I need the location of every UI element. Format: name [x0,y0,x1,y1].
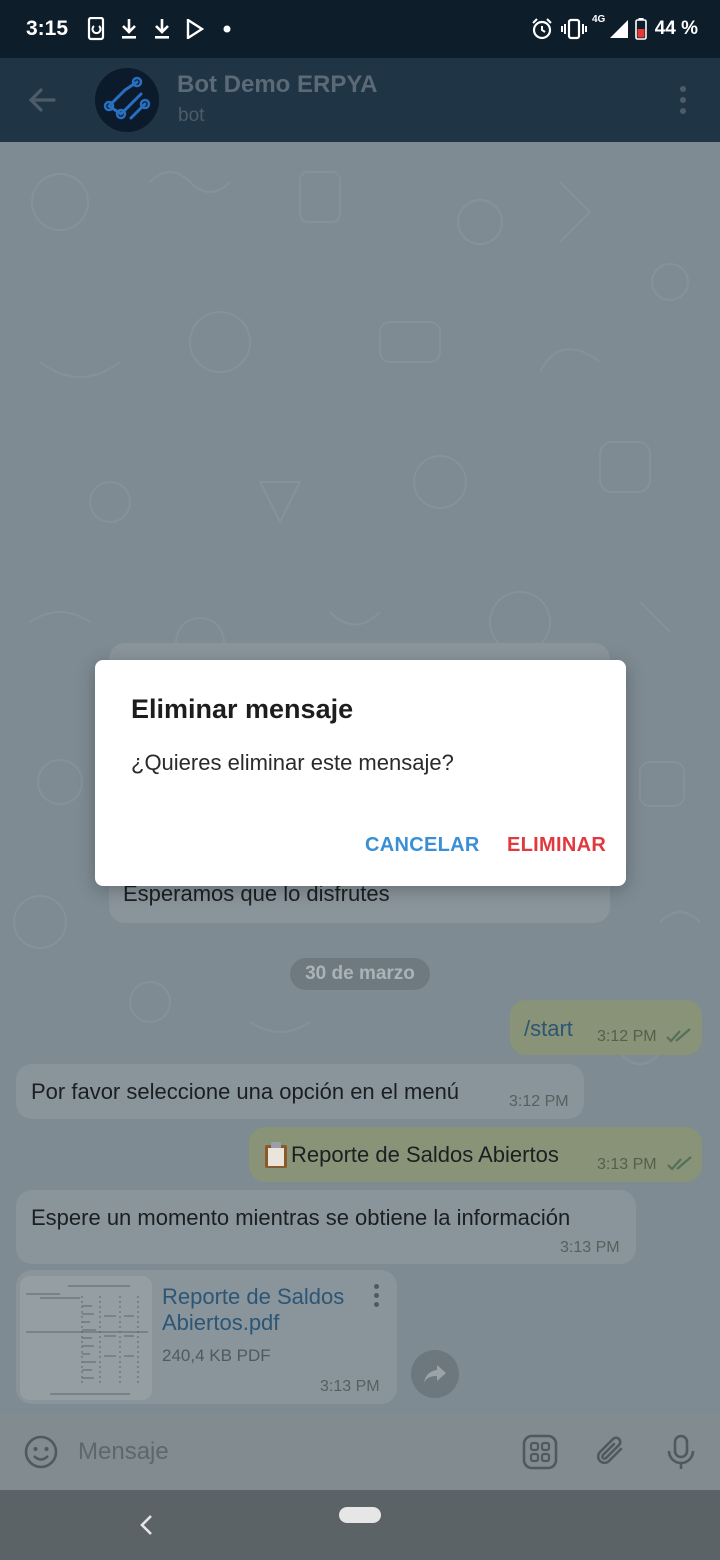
network-label: 4G [592,14,606,25]
back-button[interactable] [22,80,62,120]
double-check-icon [666,1028,691,1043]
status-time: 3:15 [26,17,69,40]
download-icon [151,16,173,42]
clipboard-icon [265,1142,287,1168]
more-vert-icon [680,86,686,92]
message-time: 3:13 PM [320,1378,380,1395]
message-text: Espere un momento mientras se obtiene la… [31,1205,571,1230]
status-bar: 3:15 4G 44 % [0,0,720,58]
bot-keyboard-icon[interactable] [521,1433,559,1471]
message-bubble-incoming[interactable]: Por favor seleccione una opción en el me… [16,1064,584,1119]
message-bubble-outgoing[interactable]: /start 3:12 PM [510,1000,702,1055]
message-time: 3:13 PM [560,1239,620,1256]
message-text: Reporte de Saldos Abiertos [291,1142,559,1167]
forward-icon [424,1365,446,1383]
document-preview-icon [20,1276,152,1400]
message-input-bar: Mensaje [0,1414,720,1490]
battery-icon [634,16,648,42]
dialog-title: Eliminar mensaje [131,694,354,724]
date-separator: 30 de marzo [290,958,430,990]
chat-title[interactable]: Bot Demo ERPYA [177,71,377,99]
emoji-icon[interactable] [22,1433,60,1471]
file-message-bubble[interactable]: Reporte de Saldos Abiertos.pdf 240,4 KB … [16,1270,397,1404]
file-name[interactable]: Reporte de Saldos Abiertos.pdf [162,1284,362,1336]
battery-percent: 44 % [654,18,698,39]
dialog-message: ¿Quieres eliminar este mensaje? [131,750,454,775]
message-input[interactable]: Mensaje [78,1438,169,1466]
chat-header: Bot Demo ERPYA bot [0,58,720,142]
alarm-icon [530,16,554,42]
chat-subtitle: bot [178,105,205,126]
dot-icon [222,16,232,42]
screenshot-icon [86,16,108,42]
home-pill[interactable] [339,1507,381,1523]
message-time: 3:12 PM [509,1093,569,1110]
cancel-button[interactable]: CANCELAR [365,834,480,857]
signal-icon [608,16,630,42]
message-bubble-outgoing[interactable]: Reporte de Saldos Abiertos 3:13 PM [249,1127,702,1182]
message-time: 3:13 PM [597,1156,657,1173]
message-bubble-incoming[interactable]: Espere un momento mientras se obtiene la… [16,1190,636,1264]
share-button[interactable] [411,1350,459,1398]
bot-logo-icon [103,76,151,120]
nav-back-icon[interactable] [134,1510,158,1540]
more-options-button[interactable] [668,82,698,118]
delete-message-dialog: Eliminar mensaje ¿Quieres eliminar este … [95,660,626,886]
message-time: 3:12 PM [597,1028,657,1045]
file-size: 240,4 KB PDF [162,1346,271,1365]
message-text: /start [524,1016,573,1041]
avatar[interactable] [95,68,159,132]
delete-button[interactable]: ELIMINAR [507,834,606,857]
microphone-icon[interactable] [662,1433,700,1471]
pdf-thumbnail[interactable] [20,1276,152,1400]
message-text: Por favor seleccione una opción en el me… [31,1079,460,1104]
file-name-line1: Reporte de Saldos [162,1284,345,1309]
file-options-button[interactable] [370,1284,382,1312]
file-name-line2: Abiertos.pdf [162,1310,280,1335]
system-nav-bar [0,1490,720,1560]
double-check-icon [667,1156,692,1171]
attach-icon[interactable] [593,1433,631,1471]
arrow-left-icon [28,88,56,112]
download-icon [118,16,140,42]
vibrate-icon [560,16,588,42]
play-store-icon [184,16,206,42]
